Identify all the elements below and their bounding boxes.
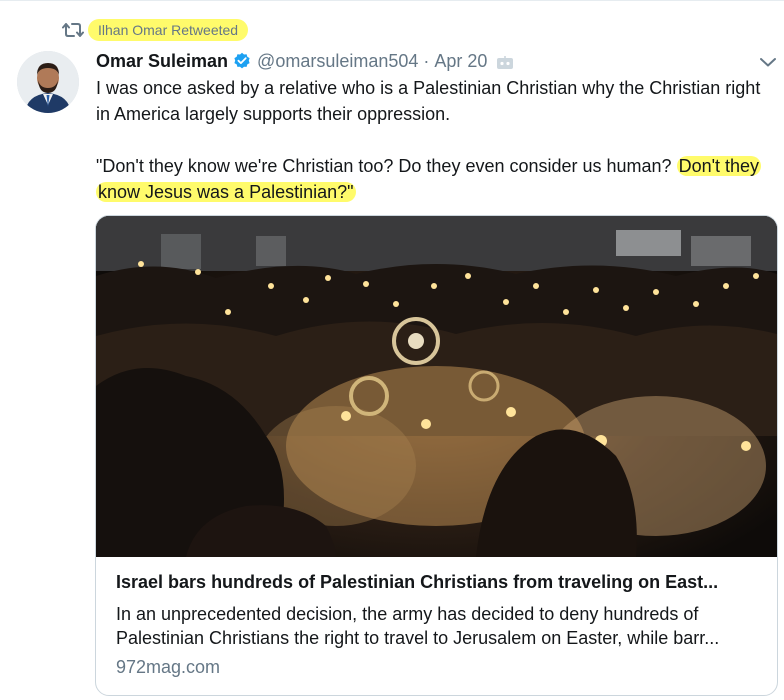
author-name[interactable]: Omar Suleiman: [96, 51, 228, 72]
tweet[interactable]: Ilhan Omar Retweeted Omar Suleiman @omar…: [0, 0, 784, 700]
retweet-icon: [62, 21, 84, 39]
card-description: In an unprecedented decision, the army h…: [116, 602, 761, 650]
tweet-paragraph-1: I was once asked by a relative who is a …: [96, 78, 761, 124]
link-card[interactable]: Israel bars hundreds of Palestinian Chri…: [95, 215, 778, 696]
card-title[interactable]: Israel bars hundreds of Palestinian Chri…: [116, 572, 761, 593]
tweet-header: Omar Suleiman @omarsuleiman504 · Apr 20: [96, 49, 514, 73]
tweet-quote-plain: "Don't they know we're Christian too? Do…: [96, 156, 677, 176]
card-image[interactable]: [96, 216, 777, 557]
avatar[interactable]: [17, 51, 79, 113]
tweet-text: I was once asked by a relative who is a …: [96, 75, 776, 205]
retweet-context: Ilhan Omar Retweeted: [62, 17, 249, 43]
card-description-line-2: Palestinian Christians the right to trav…: [116, 628, 720, 648]
tweet-paragraph-2: "Don't they know we're Christian too? Do…: [96, 153, 776, 205]
retweet-context-label[interactable]: Ilhan Omar Retweeted: [88, 19, 249, 41]
tweet-date[interactable]: Apr 20: [434, 51, 487, 72]
card-domain: 972mag.com: [116, 657, 221, 677]
author-handle[interactable]: @omarsuleiman504: [257, 51, 418, 72]
chevron-down-icon[interactable]: [758, 55, 778, 69]
bot-label-icon: [496, 54, 514, 69]
header-separator: ·: [423, 50, 430, 71]
verified-badge-icon: [233, 52, 251, 70]
card-description-line-1: In an unprecedented decision, the army h…: [116, 604, 699, 624]
